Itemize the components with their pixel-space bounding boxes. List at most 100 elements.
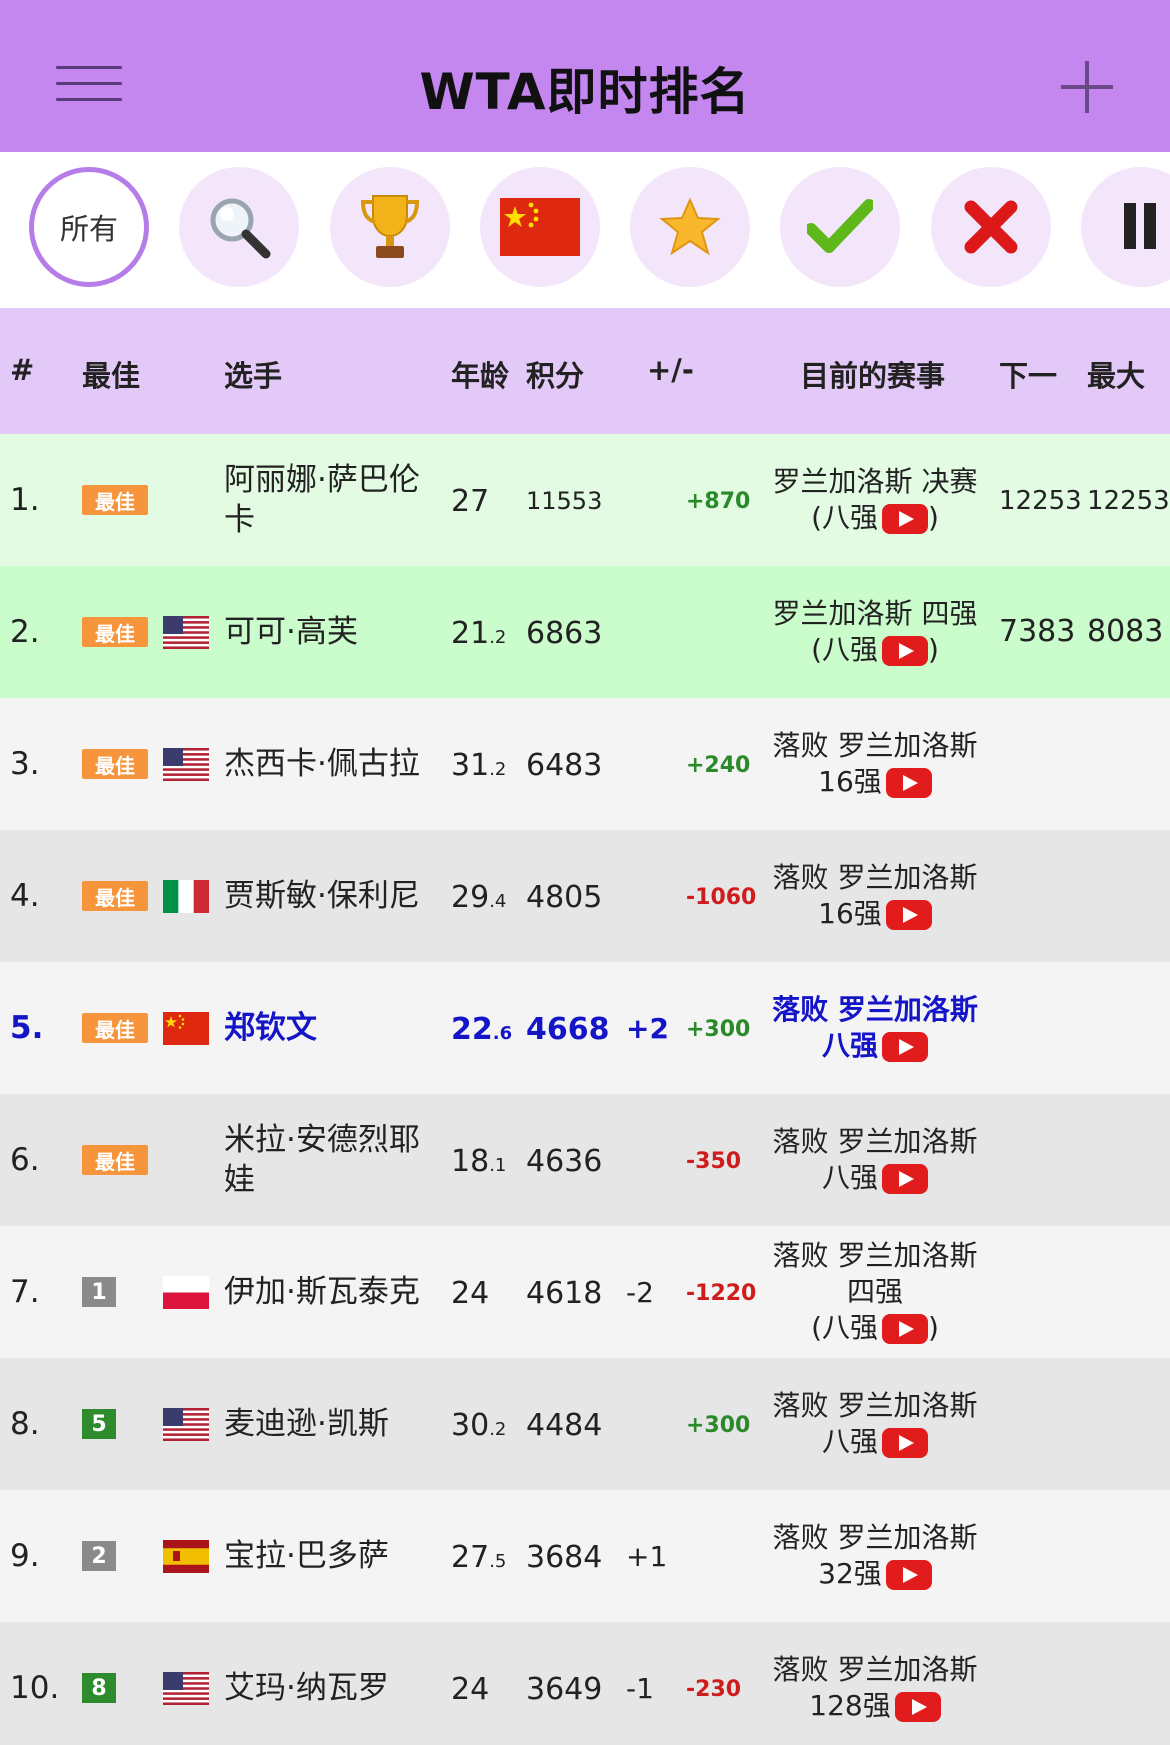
- table-row[interactable]: 9. 2 宝拉·巴多萨 27.5 3684 +1 落败 罗兰加洛斯 32强: [0, 1490, 1170, 1622]
- points-change: +300: [686, 1413, 751, 1438]
- youtube-play-icon[interactable]: [885, 900, 932, 930]
- player-age: 27: [451, 484, 489, 519]
- player-name-line1: 艾玛·纳瓦罗: [224, 1670, 389, 1706]
- youtube-play-icon[interactable]: [882, 1428, 928, 1458]
- youtube-play-icon[interactable]: [885, 1560, 932, 1590]
- age-years: 21: [451, 616, 490, 651]
- event-round: 八强: [821, 1425, 878, 1458]
- table-row[interactable]: 4. 最佳 贾斯敏·保利尼 29.4 4805 -1060 落败 罗兰加洛斯 16强: [0, 830, 1170, 962]
- player-name[interactable]: 米拉·安德烈耶娃: [224, 1120, 420, 1200]
- filter-trophy-button[interactable]: [330, 167, 450, 287]
- player-name[interactable]: 艾玛·纳瓦罗: [224, 1668, 389, 1708]
- filter-eliminated-button[interactable]: [931, 167, 1051, 287]
- youtube-play-icon[interactable]: [894, 1692, 941, 1722]
- player-name[interactable]: 杰西卡·佩古拉: [224, 744, 420, 784]
- filter-active-button[interactable]: [780, 167, 900, 287]
- current-event[interactable]: 落败 罗兰加洛斯 16强: [760, 728, 990, 800]
- ranking-points: 3649: [526, 1672, 603, 1707]
- player-name-line2: 娃: [224, 1162, 255, 1198]
- table-row[interactable]: 1. 最佳 阿丽娜·萨巴伦卡 27 11553 +870 罗兰加洛斯 决赛 (八强) 12253…: [0, 434, 1170, 566]
- player-name-line1: 阿丽娜·萨巴伦: [224, 462, 420, 498]
- current-event[interactable]: 落败 罗兰加洛斯 四强 (八强): [760, 1238, 990, 1346]
- col-change[interactable]: +/-: [647, 353, 694, 387]
- star-icon: [659, 197, 721, 256]
- current-event[interactable]: 落败 罗兰加洛斯 128强: [760, 1652, 990, 1724]
- player-name[interactable]: 伊加·斯瓦泰克: [224, 1272, 420, 1312]
- col-best[interactable]: 最佳: [82, 353, 140, 395]
- points-change: +240: [686, 753, 751, 778]
- ranking-points: 6863: [526, 616, 603, 651]
- best-rank-badge: 1: [82, 1277, 116, 1307]
- player-name[interactable]: 麦迪逊·凯斯: [224, 1404, 389, 1444]
- current-event[interactable]: 罗兰加洛斯 四强 (八强): [760, 596, 990, 668]
- filter-all-button[interactable]: 所有: [29, 167, 149, 287]
- filter-favorite-button[interactable]: [630, 167, 750, 287]
- current-event[interactable]: 落败 罗兰加洛斯 八强: [760, 1124, 990, 1196]
- youtube-play-icon[interactable]: [882, 1164, 928, 1194]
- event-round: 128强: [809, 1689, 891, 1722]
- current-event[interactable]: 罗兰加洛斯 决赛 (八强): [760, 464, 990, 536]
- current-event[interactable]: 落败 罗兰加洛斯 16强: [760, 860, 990, 932]
- career-best-badge: 最佳: [82, 749, 148, 779]
- filter-china-button[interactable]: [480, 167, 600, 287]
- player-name[interactable]: 可可·高芙: [224, 612, 358, 652]
- youtube-play-icon[interactable]: [882, 636, 928, 666]
- age-years: 18: [451, 1144, 490, 1179]
- player-name[interactable]: 阿丽娜·萨巴伦卡: [224, 460, 420, 540]
- age-decimal: .2: [489, 759, 507, 780]
- player-name[interactable]: 贾斯敏·保利尼: [224, 876, 420, 916]
- filter-pause-button[interactable]: [1081, 167, 1170, 287]
- event-round: 16强: [818, 897, 882, 930]
- age-years: 22: [451, 1012, 493, 1047]
- search-icon: [210, 198, 271, 259]
- cn-flag-icon: [163, 1012, 209, 1045]
- player-name-line1: 郑钦文: [224, 1010, 317, 1046]
- next-points: 12253: [999, 486, 1082, 516]
- current-event[interactable]: 落败 罗兰加洛斯 八强: [760, 992, 990, 1064]
- player-age: 30.2: [451, 1408, 506, 1443]
- col-max[interactable]: 最大: [1087, 353, 1145, 395]
- player-age: 18.1: [451, 1144, 506, 1179]
- col-age[interactable]: 年龄: [451, 353, 509, 395]
- col-points[interactable]: 积分: [526, 353, 584, 395]
- event-round: 四强: [846, 1275, 903, 1308]
- player-name-line1: 米拉·安德烈耶: [224, 1122, 420, 1158]
- col-event[interactable]: 目前的赛事: [800, 353, 945, 395]
- col-rank[interactable]: #: [10, 353, 34, 387]
- current-event[interactable]: 落败 罗兰加洛斯 八强: [760, 1388, 990, 1460]
- current-event[interactable]: 落败 罗兰加洛斯 32强: [760, 1520, 990, 1592]
- career-best-badge: 最佳: [82, 485, 148, 515]
- table-row[interactable]: 8. 5 麦迪逊·凯斯 30.2 4484 +300 落败 罗兰加洛斯 八强: [0, 1358, 1170, 1490]
- filter-search-button[interactable]: [179, 167, 299, 287]
- add-icon[interactable]: [1061, 61, 1113, 113]
- col-player[interactable]: 选手: [224, 353, 282, 395]
- youtube-play-icon[interactable]: [882, 504, 928, 534]
- points-change: +870: [686, 489, 751, 514]
- app-root: WTA即时排名 所有 # 最佳 选手 年龄 积分 +/- 目前的赛事 下一 最大…: [0, 0, 1170, 1745]
- filter-all-label: 所有: [59, 212, 118, 246]
- event-round: (八强: [811, 501, 878, 534]
- event-round: 32强: [818, 1557, 882, 1590]
- rank-number: 5.: [10, 1010, 44, 1046]
- table-row[interactable]: 5. 最佳 郑钦文 22.6 4668 +2 +300 落败 罗兰加洛斯 八强: [0, 962, 1170, 1094]
- table-row[interactable]: 2. 最佳 可可·高芙 21.2 6863 罗兰加洛斯 四强 (八强) 7383 8083: [0, 566, 1170, 698]
- rank-change: -2: [626, 1276, 654, 1309]
- player-name[interactable]: 宝拉·巴多萨: [224, 1536, 389, 1576]
- player-name-line1: 伊加·斯瓦泰克: [224, 1274, 420, 1310]
- col-next[interactable]: 下一: [999, 353, 1057, 395]
- youtube-play-icon[interactable]: [882, 1032, 928, 1062]
- china-flag-icon: [500, 198, 580, 256]
- table-row[interactable]: 6. 最佳 米拉·安德烈耶娃 18.1 4636 -350 落败 罗兰加洛斯 八强: [0, 1094, 1170, 1226]
- player-name[interactable]: 郑钦文: [224, 1008, 317, 1048]
- table-row[interactable]: 7. 1 伊加·斯瓦泰克 24 4618 -2 -1220 落败 罗兰加洛斯 四强 (八强): [0, 1226, 1170, 1358]
- event-round: (八强: [811, 633, 878, 666]
- table-row[interactable]: 3. 最佳 杰西卡·佩古拉 31.2 6483 +240 落败 罗兰加洛斯 16强: [0, 698, 1170, 830]
- age-years: 24: [451, 1672, 490, 1707]
- youtube-play-icon[interactable]: [882, 1314, 928, 1344]
- player-age: 22.6: [451, 1012, 512, 1047]
- table-row[interactable]: 10. 8 艾玛·纳瓦罗 24 3649 -1 -230 落败 罗兰加洛斯 128强: [0, 1622, 1170, 1745]
- player-age: 21.2: [451, 616, 506, 651]
- event-round: 八强: [821, 1161, 878, 1194]
- pl-flag-icon: [163, 1276, 209, 1309]
- youtube-play-icon[interactable]: [885, 768, 932, 798]
